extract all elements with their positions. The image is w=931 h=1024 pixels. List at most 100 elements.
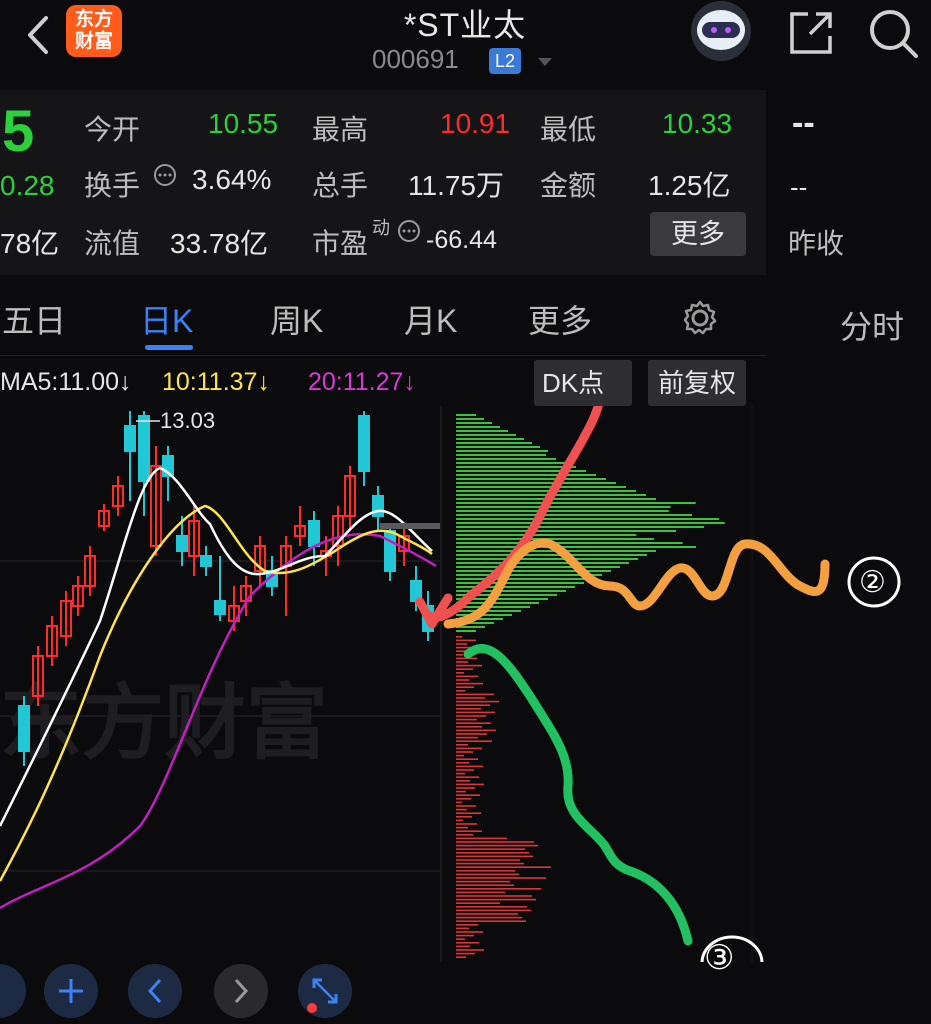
volume-value: 11.75万 xyxy=(408,170,504,201)
profile-bar xyxy=(456,482,616,484)
back-icon[interactable] xyxy=(18,10,58,60)
tab-more[interactable]: 更多 xyxy=(528,296,592,342)
tab-monthly-k[interactable]: 月K xyxy=(404,296,457,342)
profile-bar xyxy=(456,938,465,940)
stock-code[interactable]: 000691 xyxy=(372,44,459,75)
profile-bar xyxy=(456,952,475,955)
low-label: 最低 xyxy=(540,114,597,145)
profile-bar xyxy=(456,945,470,948)
tab-five-day[interactable]: 五日 xyxy=(2,296,66,342)
profile-bar xyxy=(456,675,478,678)
profile-bar xyxy=(456,852,529,854)
tab-daily-k[interactable]: 日K xyxy=(140,296,193,342)
profile-bar xyxy=(456,534,637,536)
profile-bar xyxy=(456,891,505,894)
active-tab-indicator xyxy=(145,345,193,350)
profile-bar xyxy=(456,751,473,753)
profile-bar xyxy=(456,758,478,760)
dk-point-button[interactable]: DK点 xyxy=(534,360,632,406)
forward-adjust-button[interactable]: 前复权 xyxy=(648,360,746,406)
zoom-in-button[interactable] xyxy=(44,964,98,1018)
profile-bar xyxy=(456,715,486,717)
profile-bar xyxy=(456,726,482,728)
candle-body xyxy=(176,535,188,552)
profile-bar xyxy=(456,426,500,428)
fullscreen-button[interactable] xyxy=(298,964,352,1018)
profile-bar xyxy=(456,808,467,811)
scroll-right-button[interactable] xyxy=(214,964,268,1018)
profile-bar xyxy=(456,510,669,512)
profile-bar xyxy=(456,711,495,714)
candle-body xyxy=(138,415,150,482)
profile-bar xyxy=(456,708,481,710)
profile-bar xyxy=(456,747,482,750)
prev-close-label: 昨收 xyxy=(788,228,845,259)
profile-bar xyxy=(456,744,468,746)
kline-chart[interactable]: 东方财富 13.03 ① ② xyxy=(0,406,931,962)
volume-profile-group xyxy=(456,414,725,958)
logo-text-2: 财富 xyxy=(74,31,113,52)
level2-badge[interactable]: L2 xyxy=(489,48,521,74)
profile-bar xyxy=(456,693,494,696)
profile-bar xyxy=(456,430,508,432)
search-icon[interactable] xyxy=(866,6,920,60)
profile-bar xyxy=(456,783,484,786)
profile-bar xyxy=(456,862,524,865)
candle-body xyxy=(358,415,370,472)
profile-bar xyxy=(456,530,677,532)
ma5-legend: MA5:11.00↓ xyxy=(0,368,132,396)
profile-bar xyxy=(456,514,693,516)
profile-bar xyxy=(456,498,656,500)
more-button[interactable]: 更多 xyxy=(650,212,746,256)
profile-bar xyxy=(456,562,629,564)
profile-bar xyxy=(456,446,540,448)
info-icon[interactable] xyxy=(152,162,178,188)
profile-bar xyxy=(456,518,719,520)
tab-timeshare[interactable]: 分时 xyxy=(840,302,904,348)
app-logo[interactable]: 东方 财富 xyxy=(66,5,122,57)
price-level-marker xyxy=(380,523,440,529)
pe-superscript: 动 xyxy=(372,218,390,238)
profile-bar xyxy=(456,636,462,638)
ma10-legend: 10:11.37↓ xyxy=(162,368,270,396)
profile-bar xyxy=(456,643,467,645)
turnover-value: 3.64% xyxy=(192,164,272,195)
profile-bar xyxy=(456,866,551,868)
chevron-left-icon xyxy=(147,978,162,1004)
profile-bar xyxy=(456,700,499,703)
scroll-left-button[interactable] xyxy=(128,964,182,1018)
chevron-down-icon[interactable] xyxy=(538,58,552,66)
profile-bar xyxy=(456,916,522,919)
profile-bar xyxy=(456,668,473,670)
profile-bar xyxy=(456,780,470,782)
partial-control-button[interactable] xyxy=(0,964,26,1018)
candle-body xyxy=(214,600,226,615)
profile-bar xyxy=(456,873,519,876)
info-icon[interactable] xyxy=(396,218,422,244)
candle-body xyxy=(18,705,30,752)
profile-bar xyxy=(456,664,482,667)
profile-bar xyxy=(456,538,654,540)
profile-bar xyxy=(456,466,576,468)
profile-bar xyxy=(456,920,526,922)
profile-bar xyxy=(456,830,482,832)
profile-bar xyxy=(456,801,462,804)
high-price-annotation: 13.03 xyxy=(160,408,215,433)
current-price: 5 xyxy=(2,99,35,164)
profile-bar xyxy=(456,837,507,840)
green-trend-stroke xyxy=(463,644,693,946)
profile-bar xyxy=(456,798,471,800)
profile-bar xyxy=(456,522,725,524)
profile-bar xyxy=(456,880,510,883)
profile-bar xyxy=(456,772,465,775)
share-icon[interactable] xyxy=(786,8,836,58)
watermark-text: 东方财富 xyxy=(0,678,328,769)
gear-icon[interactable] xyxy=(680,298,720,338)
profile-bar xyxy=(456,554,647,556)
robot-assistant-icon[interactable] xyxy=(686,0,756,62)
profile-bar xyxy=(456,812,481,814)
profile-bar xyxy=(456,502,696,504)
profile-bar xyxy=(456,931,483,933)
tab-weekly-k[interactable]: 周K xyxy=(270,296,323,342)
profile-bar xyxy=(456,686,474,688)
